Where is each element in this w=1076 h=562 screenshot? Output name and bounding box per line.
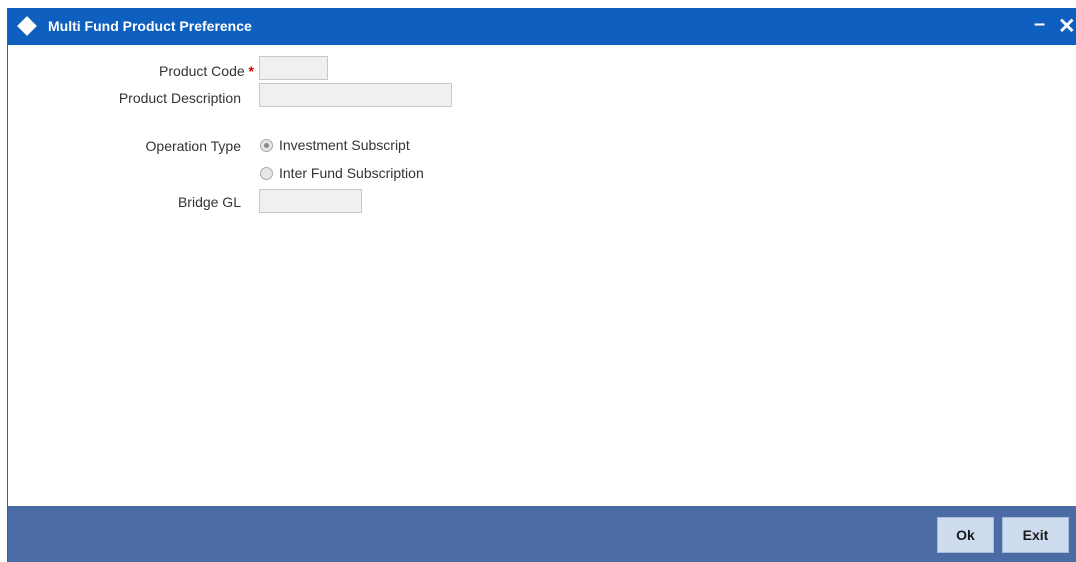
product-code-input[interactable] bbox=[259, 56, 328, 80]
product-description-input[interactable] bbox=[259, 83, 452, 107]
title-bar: Multi Fund Product Preference – ✕ bbox=[8, 8, 1076, 45]
operation-type-label: Operation Type bbox=[145, 138, 241, 154]
radio-investment-subscript[interactable]: Investment Subscript bbox=[260, 137, 410, 153]
window-title: Multi Fund Product Preference bbox=[48, 18, 252, 34]
radio-button[interactable] bbox=[260, 166, 273, 180]
diamond-icon bbox=[17, 16, 37, 36]
close-icon[interactable]: ✕ bbox=[1058, 14, 1076, 39]
product-description-label: Product Description bbox=[118, 90, 241, 106]
bridge-gl-input[interactable] bbox=[259, 189, 362, 213]
footer-bar: Ok Exit bbox=[8, 506, 1076, 562]
radio-button-selected[interactable] bbox=[260, 138, 273, 152]
radio-label: Inter Fund Subscription bbox=[279, 165, 424, 181]
radio-label: Investment Subscript bbox=[279, 137, 410, 153]
ok-button[interactable]: Ok bbox=[937, 517, 994, 553]
bridge-gl-label: Bridge GL bbox=[177, 194, 241, 210]
minimize-icon[interactable]: – bbox=[1034, 13, 1045, 36]
radio-inter-fund-subscription[interactable]: Inter Fund Subscription bbox=[260, 165, 424, 181]
required-marker: * bbox=[248, 63, 254, 79]
product-code-label: Product Code bbox=[159, 63, 245, 79]
exit-button[interactable]: Exit bbox=[1002, 517, 1069, 553]
multi-fund-product-preference-window: Multi Fund Product Preference – ✕ Produc… bbox=[7, 8, 1076, 562]
product-code-label-wrap: Product Code * bbox=[108, 63, 254, 79]
